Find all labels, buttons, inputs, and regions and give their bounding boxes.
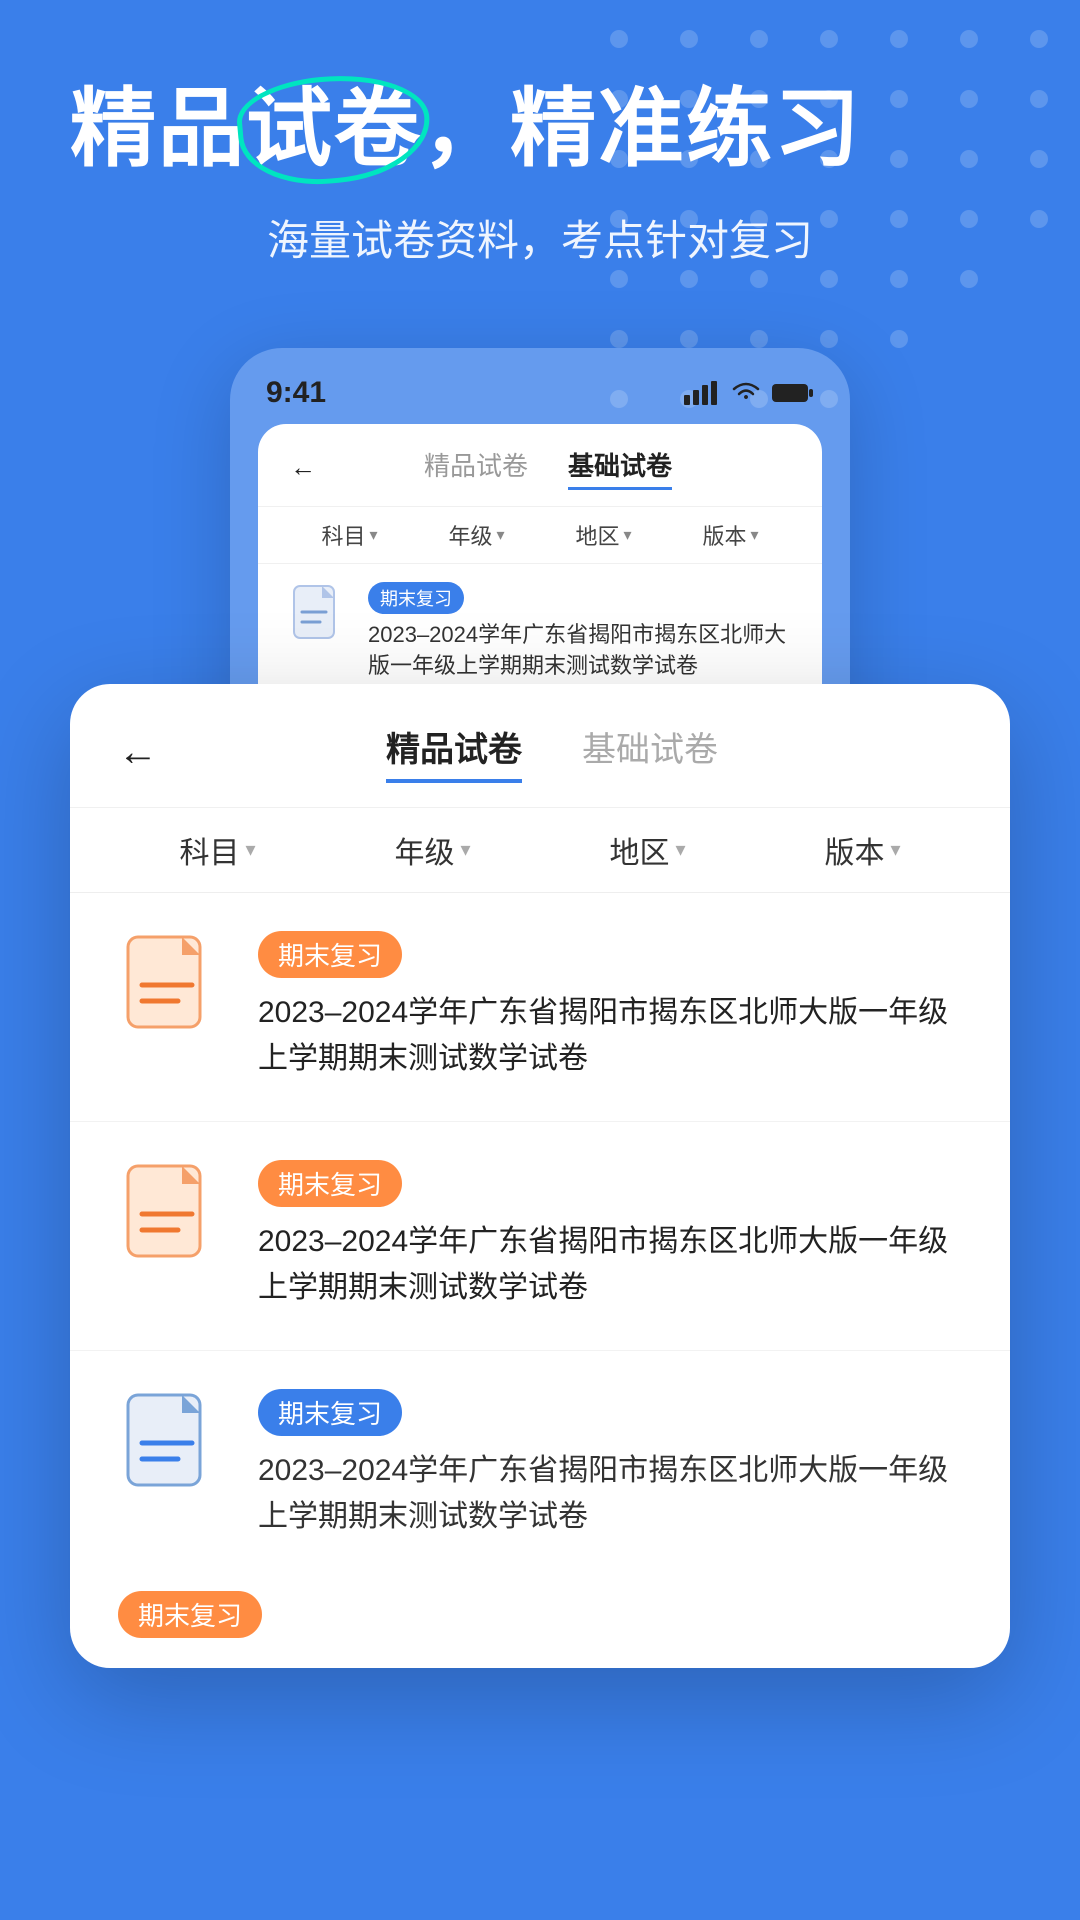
mini-item-1-content: 期末复习 2023–2024学年广东省揭阳市揭东区北师大版一年级上学期期末测试数… — [368, 582, 794, 682]
card-filter-subject[interactable]: 科目 ▾ — [179, 828, 255, 872]
mini-tab-2: 基础试卷 — [568, 446, 672, 490]
card-filter-grade-arrow: ▾ — [460, 837, 470, 862]
signal-icon — [684, 381, 720, 405]
mini-filter-region-arrow: ▾ — [623, 525, 631, 545]
status-time: 9:41 — [266, 376, 326, 410]
card-item-2-content: 期末复习 2023–2024学年广东省揭阳市揭东区北师大版一年级上学期期末测试数… — [258, 1160, 962, 1312]
hero-title-highlight: 试卷 — [246, 80, 422, 179]
card-doc-icon-bottom — [118, 1389, 228, 1499]
status-icons — [684, 381, 814, 405]
mini-filter-region: 地区 ▾ — [575, 519, 631, 551]
battery-icon — [772, 382, 814, 404]
mini-filter-subject-arrow: ▾ — [369, 525, 377, 545]
card-doc-icon-1 — [118, 931, 228, 1041]
hero-title-part1: 精品 — [70, 81, 246, 177]
card-item-1-tag: 期末复习 — [258, 931, 402, 978]
card-item-1-content: 期末复习 2023–2024学年广东省揭阳市揭东区北师大版一年级上学期期末测试数… — [258, 931, 962, 1083]
card-list-item-1[interactable]: 期末复习 2023–2024学年广东省揭阳市揭东区北师大版一年级上学期期末测试数… — [70, 893, 1010, 1122]
card-tab-basic[interactable]: 基础试卷 — [582, 722, 718, 783]
hero-title-part2: ，精准练习 — [422, 81, 862, 177]
mini-filter-grade-arrow: ▾ — [496, 525, 504, 545]
mini-filter-grade: 年级 ▾ — [448, 519, 504, 551]
card-doc-icon-2 — [118, 1160, 228, 1270]
mini-item-1-text: 2023–2024学年广东省揭阳市揭东区北师大版一年级上学期期末测试数学试卷 — [368, 620, 794, 682]
card-filter-region[interactable]: 地区 ▾ — [609, 828, 685, 872]
status-bar: 9:41 — [258, 376, 822, 424]
card-list-item-2[interactable]: 期末复习 2023–2024学年广东省揭阳市揭东区北师大版一年级上学期期末测试数… — [70, 1122, 1010, 1351]
card-partial-bottom: 期末复习 — [70, 1571, 1010, 1668]
mini-nav: ← 精品试卷 基础试卷 — [258, 424, 822, 506]
card-filter-version-arrow: ▾ — [890, 837, 900, 862]
mini-doc-icon-1 — [286, 582, 350, 646]
card-filter-version[interactable]: 版本 ▾ — [824, 828, 900, 872]
card-back-button[interactable]: ← — [118, 730, 158, 775]
hero-subtitle: 海量试卷资料，考点针对复习 — [70, 207, 1010, 268]
card-item-2-tag: 期末复习 — [258, 1160, 402, 1207]
card-tab-premium[interactable]: 精品试卷 — [386, 722, 522, 783]
card-nav: ← 精品试卷 基础试卷 — [70, 684, 1010, 807]
card-filter-grade[interactable]: 年级 ▾ — [394, 828, 470, 872]
card-list: 期末复习 2023–2024学年广东省揭阳市揭东区北师大版一年级上学期期末测试数… — [70, 893, 1010, 1351]
wifi-icon — [730, 381, 762, 405]
mini-filter-version: 版本 ▾ — [702, 519, 758, 551]
card-bottom-text: 2023–2024学年广东省揭阳市揭东区北师大版一年级上学期期末测试数学试卷 — [258, 1448, 962, 1541]
card-bottom-content: 期末复习 2023–2024学年广东省揭阳市揭东区北师大版一年级上学期期末测试数… — [258, 1389, 962, 1541]
mini-list-item-1: 期末复习 2023–2024学年广东省揭阳市揭东区北师大版一年级上学期期末测试数… — [258, 564, 822, 701]
mini-filter-subject: 科目 ▾ — [321, 519, 377, 551]
card-filter-subject-arrow: ▾ — [245, 837, 255, 862]
card-partial-tag: 期末复习 — [118, 1591, 262, 1638]
card-item-2-text: 2023–2024学年广东省揭阳市揭东区北师大版一年级上学期期末测试数学试卷 — [258, 1219, 962, 1312]
card-filter-row: 科目 ▾ 年级 ▾ 地区 ▾ 版本 ▾ — [70, 807, 1010, 893]
mini-filter-row: 科目 ▾ 年级 ▾ 地区 ▾ 版本 ▾ — [258, 506, 822, 564]
card-tabs: 精品试卷 基础试卷 — [182, 722, 922, 783]
card-item-1-text: 2023–2024学年广东省揭阳市揭东区北师大版一年级上学期期末测试数学试卷 — [258, 990, 962, 1083]
mini-tab-1: 精品试卷 — [424, 446, 528, 490]
mini-filter-version-arrow: ▾ — [750, 525, 758, 545]
mini-tabs: 精品试卷 基础试卷 — [336, 446, 760, 490]
mini-back-icon: ← — [290, 452, 316, 483]
card-bottom-item[interactable]: 期末复习 2023–2024学年广东省揭阳市揭东区北师大版一年级上学期期末测试数… — [70, 1351, 1010, 1571]
card-bottom-tag: 期末复习 — [258, 1389, 402, 1436]
hero-title: 精品试卷，精准练习 — [70, 80, 1010, 179]
hero-section: 精品试卷，精准练习 海量试卷资料，考点针对复习 — [0, 0, 1080, 308]
card-filter-region-arrow: ▾ — [675, 837, 685, 862]
mini-item-1-tag: 期末复习 — [368, 582, 464, 614]
main-card: ← 精品试卷 基础试卷 科目 ▾ 年级 ▾ 地区 ▾ 版本 ▾ — [70, 684, 1010, 1668]
